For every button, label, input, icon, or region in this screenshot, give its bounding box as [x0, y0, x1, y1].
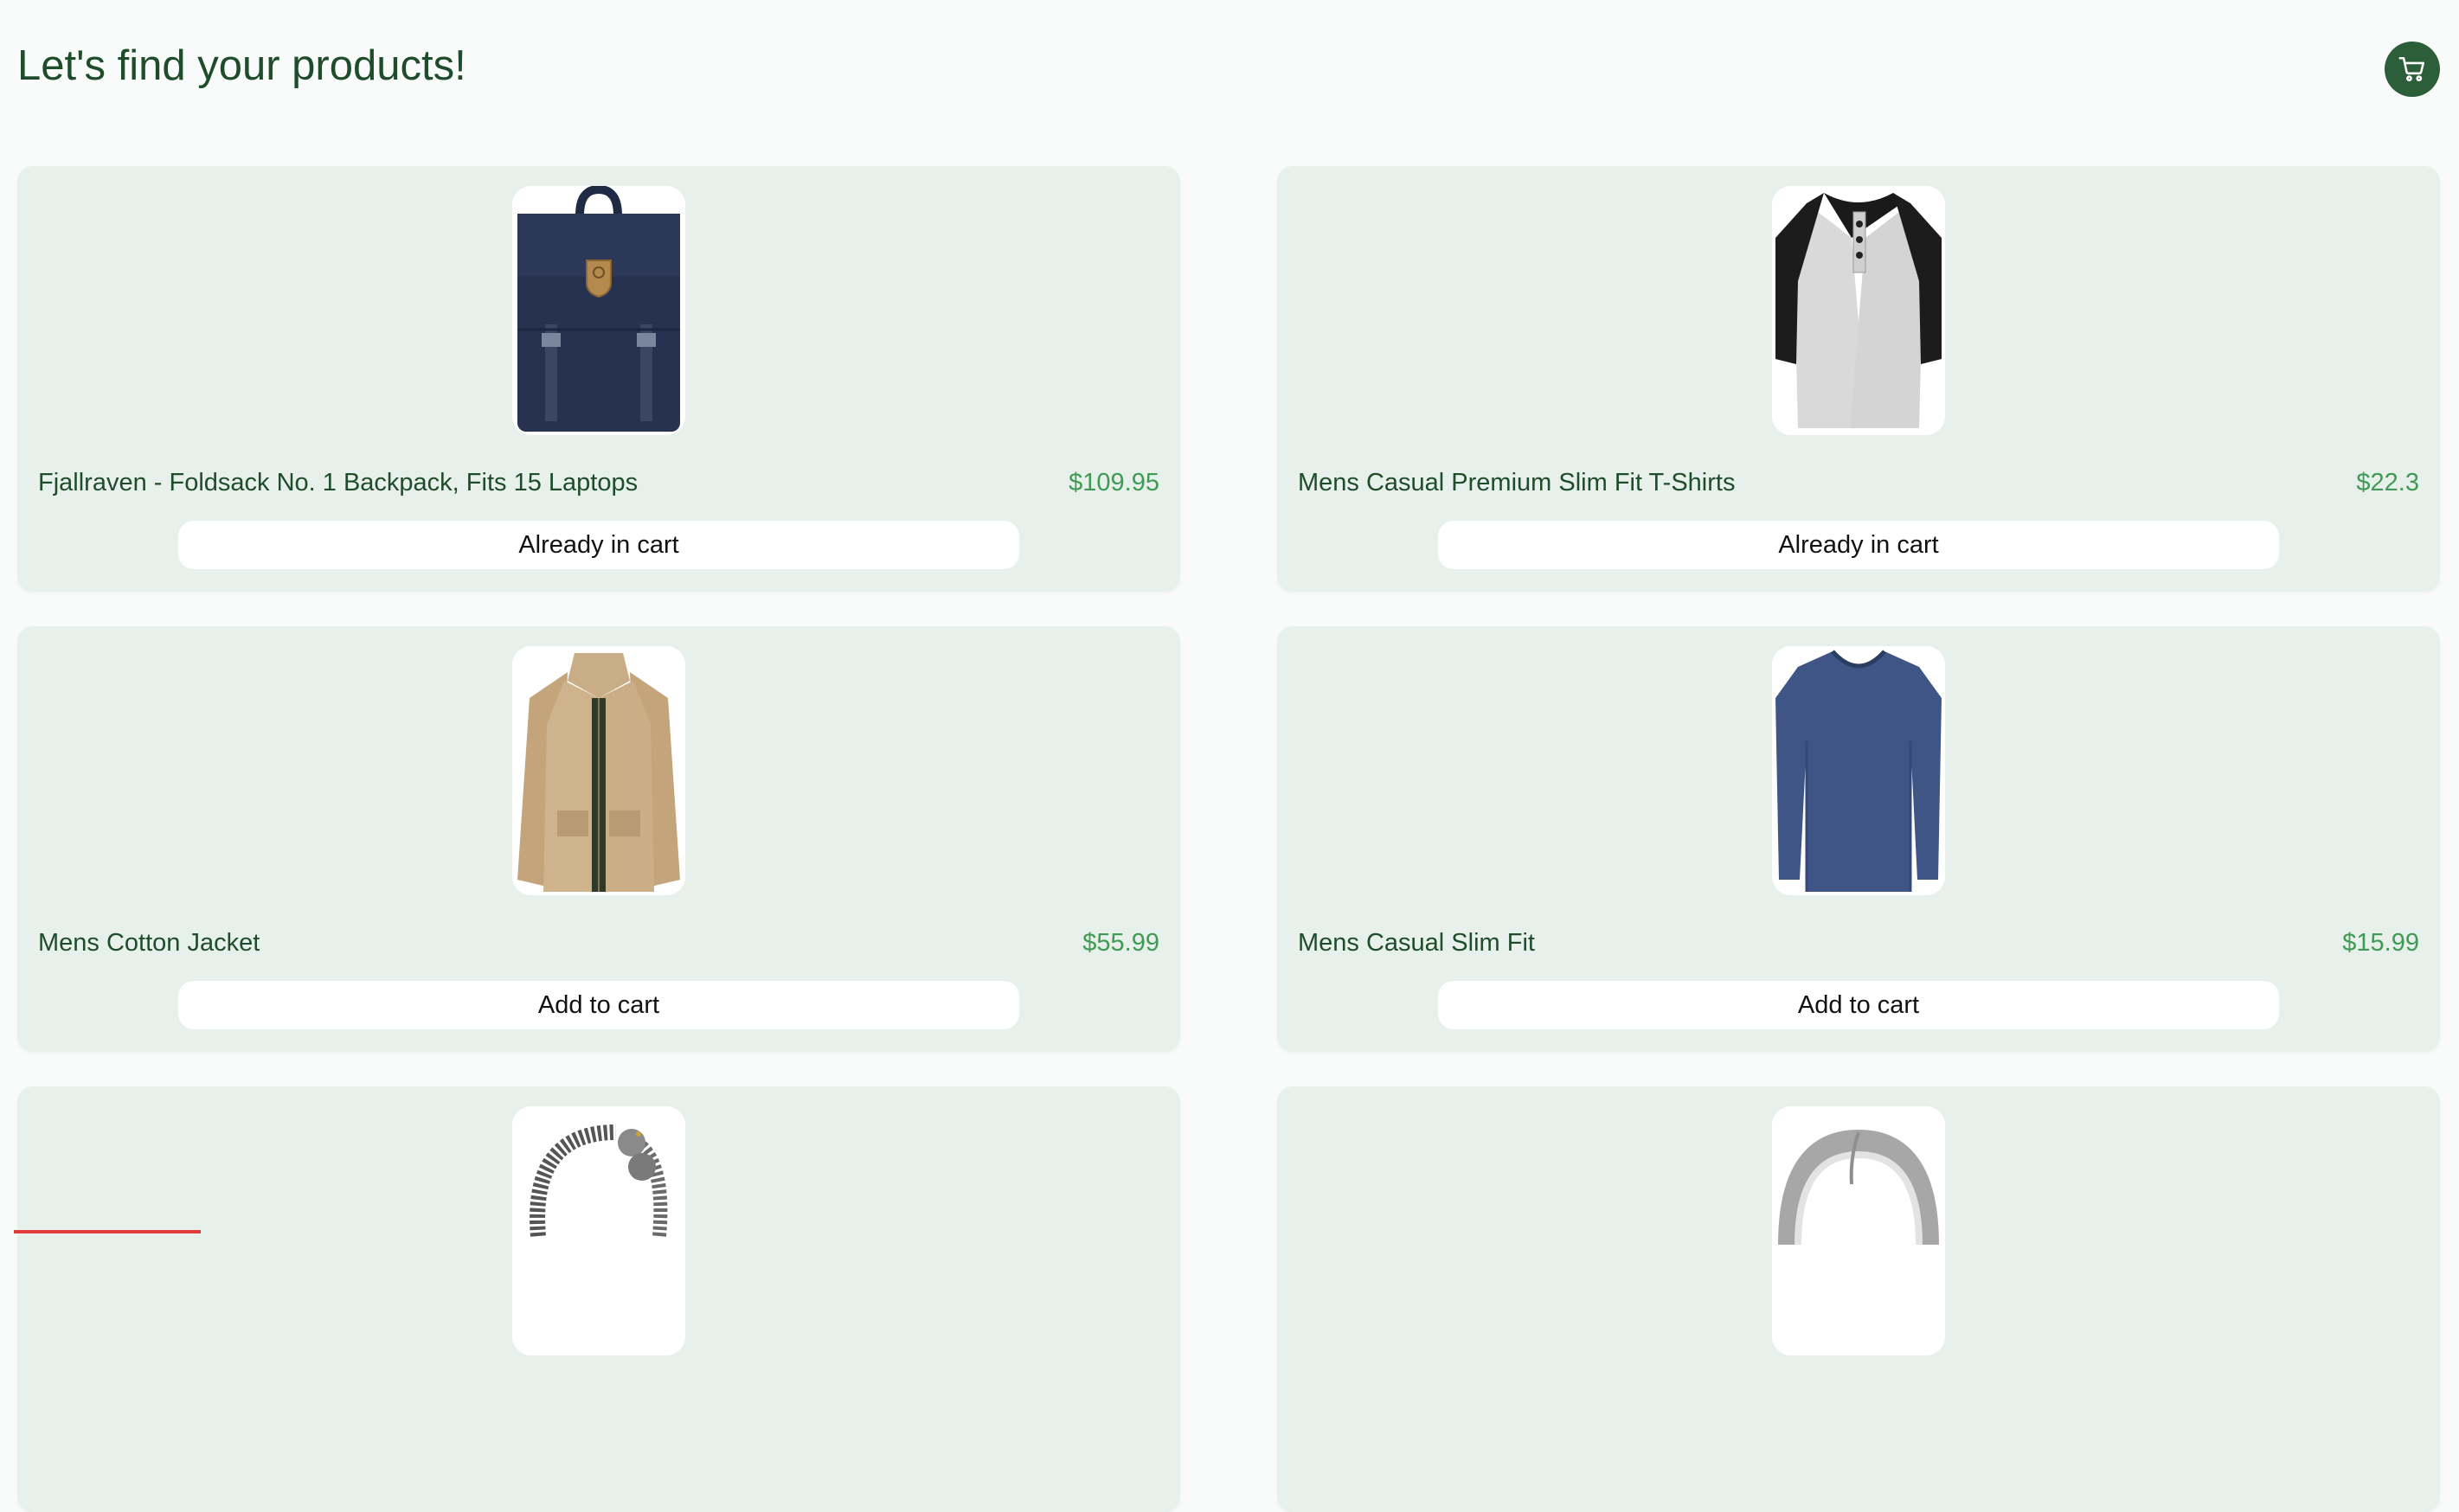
product-card: Mens Casual Slim Fit $15.99 Add to cart	[1277, 626, 2440, 1052]
product-price: $109.95	[1069, 469, 1159, 497]
product-card	[1277, 1086, 2440, 1512]
add-to-cart-button[interactable]: Add to cart	[1438, 981, 2279, 1029]
product-title: Mens Casual Premium Slim Fit T-Shirts	[1298, 469, 1736, 497]
product-title: Mens Casual Slim Fit	[1298, 929, 1535, 957]
product-card: Fjallraven - Foldsack No. 1 Backpack, Fi…	[17, 166, 1180, 592]
product-image	[1772, 646, 1945, 895]
product-price: $55.99	[1082, 929, 1159, 957]
product-image	[512, 186, 685, 435]
product-price: $15.99	[2342, 929, 2419, 957]
page-title: Let's find your products!	[17, 42, 466, 89]
product-image	[512, 1106, 685, 1355]
add-to-cart-button[interactable]: Add to cart	[178, 981, 1019, 1029]
dragon-bracelet-image	[512, 1106, 685, 1355]
raglan-shirt-image	[1772, 186, 1945, 435]
progress-indicator	[14, 1230, 201, 1233]
product-image	[1772, 1106, 1945, 1355]
silver-ring-image	[1772, 1106, 1945, 1355]
product-card	[17, 1086, 1180, 1512]
backpack-image	[512, 186, 685, 435]
shopping-cart-icon	[2398, 56, 2425, 82]
long-sleeve-shirt-image	[1772, 646, 1945, 895]
cotton-jacket-image	[512, 646, 685, 895]
product-image	[1772, 186, 1945, 435]
product-card: Mens Cotton Jacket $55.99 Add to cart	[17, 626, 1180, 1052]
product-title: Mens Cotton Jacket	[38, 929, 260, 957]
already-in-cart-button[interactable]: Already in cart	[178, 521, 1019, 569]
product-image	[512, 646, 685, 895]
product-price: $22.3	[2356, 469, 2419, 497]
product-card: Mens Casual Premium Slim Fit T-Shirts $2…	[1277, 166, 2440, 592]
already-in-cart-button[interactable]: Already in cart	[1438, 521, 2279, 569]
product-title: Fjallraven - Foldsack No. 1 Backpack, Fi…	[38, 469, 639, 497]
cart-button[interactable]	[2385, 42, 2440, 97]
header: Let's find your products!	[0, 0, 2459, 138]
